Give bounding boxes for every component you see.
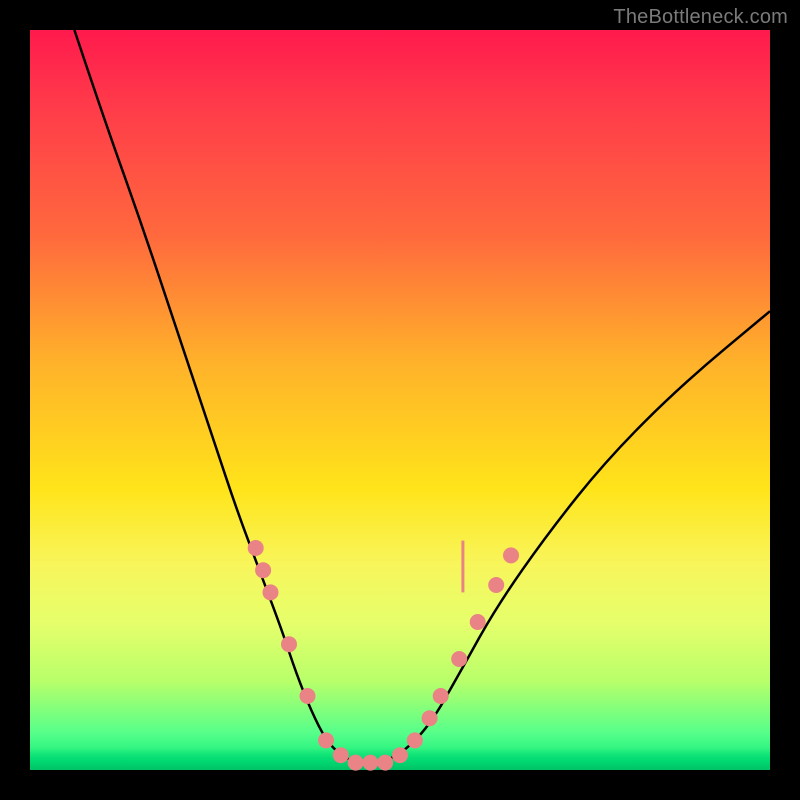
- marker-dot: [333, 747, 349, 763]
- marker-dot: [470, 614, 486, 630]
- marker-dot: [281, 636, 297, 652]
- watermark-text: TheBottleneck.com: [613, 6, 788, 29]
- marker-dot: [503, 547, 519, 563]
- marker-dot: [422, 710, 438, 726]
- marker-dot: [263, 584, 279, 600]
- marker-dot: [433, 688, 449, 704]
- marker-dot: [300, 688, 316, 704]
- marker-dot: [348, 755, 364, 771]
- plot-area: [30, 30, 770, 770]
- chart-frame: TheBottleneck.com: [0, 0, 800, 800]
- marker-dot: [451, 651, 467, 667]
- marker-dot: [407, 732, 423, 748]
- marker-dot: [392, 747, 408, 763]
- marker-dot: [318, 732, 334, 748]
- marker-dot: [362, 755, 378, 771]
- curve-markers: [248, 540, 519, 771]
- curve-svg: [30, 30, 770, 770]
- marker-dot: [248, 540, 264, 556]
- marker-dot: [377, 755, 393, 771]
- marker-dot: [488, 577, 504, 593]
- marker-dot: [255, 562, 271, 578]
- bottleneck-curve: [74, 30, 770, 763]
